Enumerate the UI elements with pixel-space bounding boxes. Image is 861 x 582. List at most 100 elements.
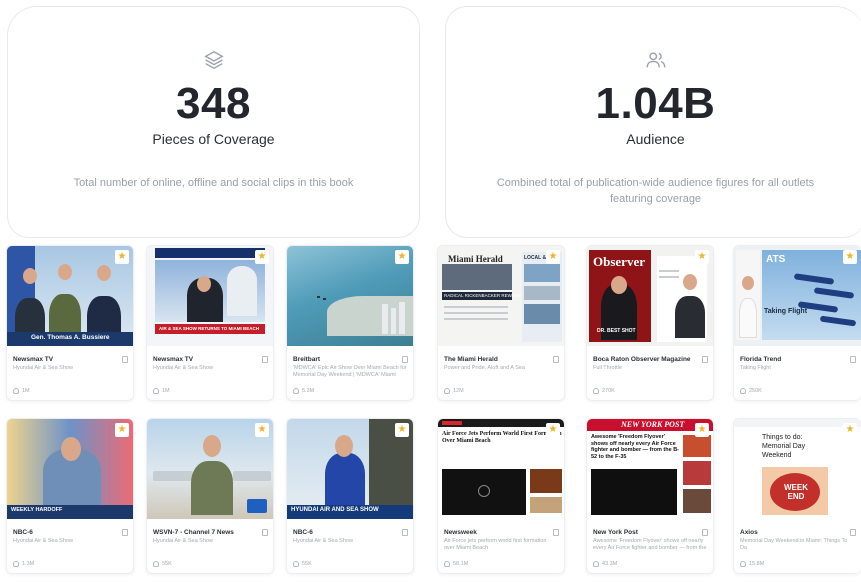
coverage-stat-card: 348 Pieces of Coverage Total number of o… xyxy=(7,6,420,238)
reach-stat: 1.3M xyxy=(13,561,34,567)
audience-icon xyxy=(444,561,450,567)
clip-headline: Hyundai Air & Sea Show xyxy=(13,538,73,544)
star-icon[interactable]: ★ xyxy=(395,423,409,437)
audience-icon xyxy=(740,561,746,567)
clip-headline: Hyundai Air & Sea Show xyxy=(293,538,353,544)
thumbnail-caption: AIR & SEA SHOW RETURNS TO MIAMI BEACH xyxy=(159,326,260,331)
coverage-tile[interactable]: NEW YORK POST Awesome 'Freedom Flyover' … xyxy=(586,418,714,574)
reach-stat: 43.3M xyxy=(593,561,617,567)
reach-stat: 55K xyxy=(153,561,172,567)
clip-type-icon xyxy=(553,356,559,363)
reach-stat: 5.3M xyxy=(293,388,314,394)
star-icon[interactable]: ★ xyxy=(115,423,129,437)
lower-third-caption: HYUNDAI AIR AND SEA SHOW xyxy=(287,505,413,519)
audience-icon xyxy=(593,561,599,567)
clip-type-icon xyxy=(122,529,128,536)
reach-stat: 15.8M xyxy=(740,561,764,567)
audience-stat-card: 1.04B Audience Combined total of publica… xyxy=(445,6,861,238)
star-icon[interactable]: ★ xyxy=(843,250,857,264)
thumbnail-caption: DR. BEST SHOT xyxy=(597,328,636,334)
coverage-tile[interactable]: Things to do: Memorial Day Weekend WEEK … xyxy=(733,418,861,574)
coverage-tile[interactable]: Gen. Thomas A. Bussiere ★ Newsmax TV Hyu… xyxy=(6,245,134,401)
clip-headline: Awesome 'Freedom Flyover' shows off near… xyxy=(593,538,707,551)
star-icon[interactable]: ★ xyxy=(546,250,560,264)
audience-description: Combined total of publication-wide audie… xyxy=(496,177,815,205)
coverage-tile[interactable]: HYUNDAI AIR AND SEA SHOW ★ NBC-6 Hyundai… xyxy=(286,418,414,574)
thumbnail-caption: HYUNDAI AIR AND SEA SHOW xyxy=(291,507,379,513)
thumbnail-caption: WEEK END xyxy=(784,483,808,501)
clip-headline: Hyundai Air & Sea Show xyxy=(153,365,213,371)
audience-label: Audience xyxy=(626,131,685,147)
thumbnail-caption: RADICAL RICKENBACKER REWARD xyxy=(444,293,522,298)
thumbnail-headline: Air Force Jets Perform World First Forma… xyxy=(442,431,562,444)
audience-icon xyxy=(13,561,19,567)
star-icon[interactable]: ★ xyxy=(546,423,560,437)
clip-type-icon xyxy=(850,529,856,536)
thumbnail-headline: Things to do: Memorial Day Weekend xyxy=(762,434,806,459)
clip-type-icon xyxy=(850,356,856,363)
thumbnail-image: Things to do: Memorial Day Weekend WEEK … xyxy=(734,419,861,519)
audience-value: 1.04B xyxy=(595,79,716,128)
reach-value: 58.1M xyxy=(453,561,469,567)
reach-stat: 270K xyxy=(593,388,615,394)
outlet-name: NBC-6 xyxy=(13,529,33,536)
outlet-name: Boca Raton Observer Magazine xyxy=(593,356,691,363)
outlet-name: Newsmax TV xyxy=(13,356,54,363)
clip-type-icon xyxy=(702,529,708,536)
clip-headline: Taking Flight xyxy=(740,365,771,371)
clip-headline: Hyundai Air & Sea Show xyxy=(153,538,213,544)
coverage-tile[interactable]: ATS Taking Flight ★ Florida Trend Taking… xyxy=(733,245,861,401)
outlet-name: Breitbart xyxy=(293,356,321,363)
clip-headline: Full Throttle xyxy=(593,365,622,371)
audience-icon xyxy=(153,561,159,567)
star-icon[interactable]: ★ xyxy=(255,250,269,264)
thumbnail-masthead: ATS xyxy=(766,254,786,265)
clip-headline: Memorial Day Weekend in Miami: Things To… xyxy=(740,538,848,551)
users-icon xyxy=(646,52,665,68)
coverage-tile[interactable]: ★ WSVN-7 - Channel 7 News Hyundai Air & … xyxy=(146,418,274,574)
thumbnail-caption: Taking Flight xyxy=(764,308,808,315)
star-icon[interactable]: ★ xyxy=(695,250,709,264)
thumbnail-headline: Awesome 'Freedom Flyover' shows off near… xyxy=(591,434,679,460)
reach-stat: 1M xyxy=(153,388,170,394)
reach-value: 1.3M xyxy=(22,561,35,567)
reach-stat: 250K xyxy=(740,388,762,394)
reach-value: 1M xyxy=(162,388,170,394)
outlet-name: Axios xyxy=(740,529,758,536)
audience-icon xyxy=(740,388,746,394)
coverage-tile[interactable]: Observer DR. BEST SHOT ★ Boca Raton Obse… xyxy=(586,245,714,401)
coverage-tile[interactable]: Air Force Jets Perform World First Forma… xyxy=(437,418,565,574)
audience-icon xyxy=(293,388,299,394)
coverage-label: Pieces of Coverage xyxy=(152,131,275,147)
thumbnail-masthead: NEW YORK POST xyxy=(621,420,685,429)
lower-third-caption: Gen. Thomas A. Bussiere xyxy=(7,332,133,346)
reach-value: 43.3M xyxy=(602,561,618,567)
reach-value: 250K xyxy=(749,388,762,394)
star-icon[interactable]: ★ xyxy=(115,250,129,264)
reach-stat: 1M xyxy=(13,388,30,394)
clip-type-icon xyxy=(402,356,408,363)
outlet-name: Newsmax TV xyxy=(153,356,194,363)
coverage-tile[interactable]: WEEKLY HARDOFF ★ NBC-6 Hyundai Air & Sea… xyxy=(6,418,134,574)
star-icon[interactable]: ★ xyxy=(695,423,709,437)
clip-headline: 'MDWCA' Epic Air Show Over Miami Beach f… xyxy=(293,365,407,378)
reach-value: 55K xyxy=(302,561,312,567)
coverage-tile[interactable]: ★ Breitbart 'MDWCA' Epic Air Show Over M… xyxy=(286,245,414,401)
reach-value: 12M xyxy=(453,388,464,394)
thumbnail-caption: Gen. Thomas A. Bussiere xyxy=(31,334,110,341)
reach-value: 1M xyxy=(22,388,30,394)
thumbnail-masthead: Miami Herald xyxy=(448,254,503,264)
lower-third-caption: WEEKLY HARDOFF xyxy=(7,505,133,519)
star-icon[interactable]: ★ xyxy=(395,250,409,264)
reach-stat: 58.1M xyxy=(444,561,468,567)
star-icon[interactable]: ★ xyxy=(843,423,857,437)
clip-headline: Power and Pride, Aloft and A Sea xyxy=(444,365,526,371)
coverage-tile[interactable]: Miami Herald RADICAL RICKENBACKER REWARD… xyxy=(437,245,565,401)
clip-type-icon xyxy=(702,356,708,363)
clip-type-icon xyxy=(122,356,128,363)
star-icon[interactable]: ★ xyxy=(255,423,269,437)
outlet-name: NBC-6 xyxy=(293,529,313,536)
outlet-name: Florida Trend xyxy=(740,356,782,363)
coverage-tile[interactable]: AIR & SEA SHOW RETURNS TO MIAMI BEACH ★ … xyxy=(146,245,274,401)
coverage-value: 348 xyxy=(176,79,251,128)
